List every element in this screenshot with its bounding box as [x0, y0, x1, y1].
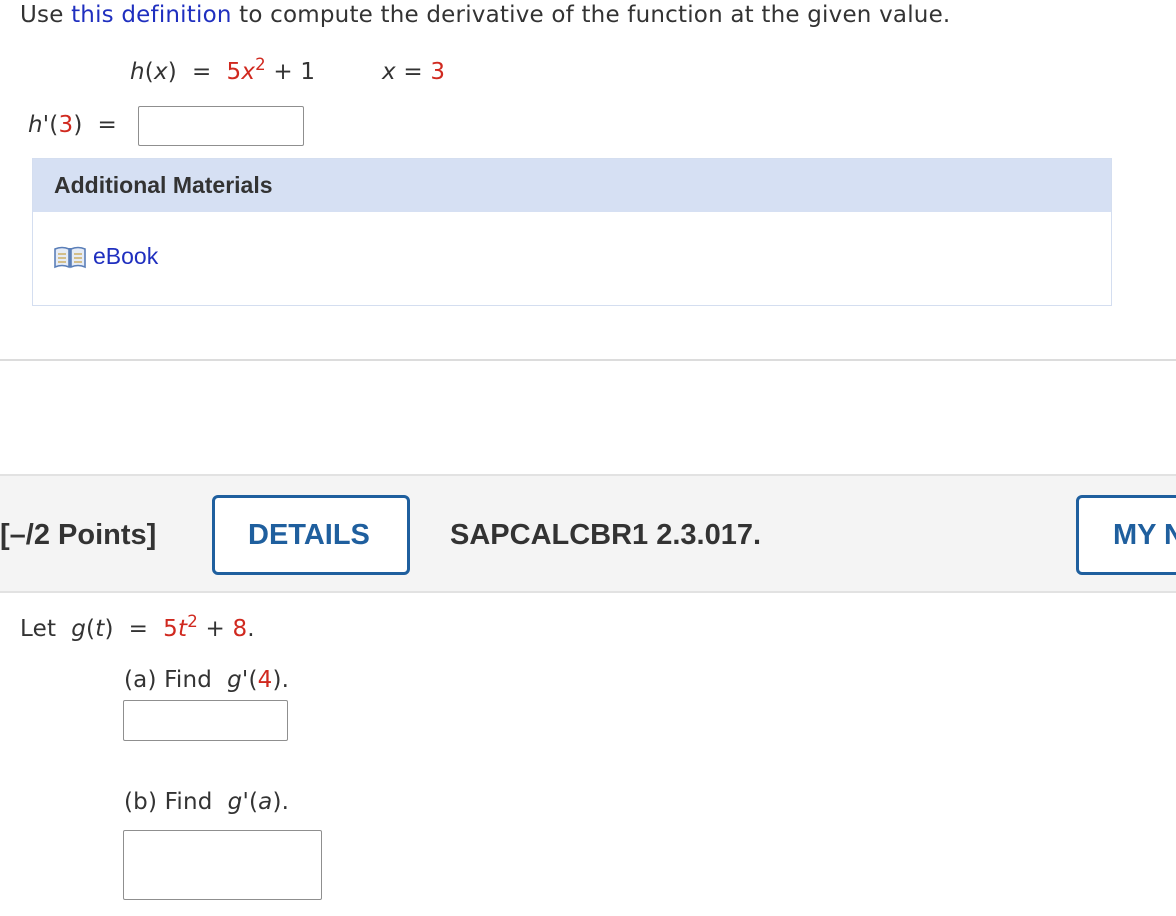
- question-header-bar: [–/2 Points] DETAILS SAPCALCBR1 2.3.017.…: [0, 474, 1176, 593]
- points-label: [–/2 Points]: [0, 519, 157, 551]
- definition-link[interactable]: this definition: [71, 2, 232, 28]
- part-a-prompt: (a) Find g'(4).: [124, 667, 290, 693]
- question-instruction: Use this definition to compute the deriv…: [20, 2, 951, 28]
- details-button[interactable]: DETAILS: [212, 495, 410, 575]
- part-b-prompt: (b) Find g'(a).: [124, 789, 290, 815]
- question-code: SAPCALCBR1 2.3.017.: [450, 519, 762, 551]
- answer-input-h-prime[interactable]: [138, 106, 304, 146]
- my-notes-button[interactable]: MY N: [1076, 495, 1176, 575]
- additional-materials-panel: Additional Materials eBook: [32, 158, 1112, 306]
- answer-input-part-b[interactable]: [123, 830, 322, 900]
- answer-prompt: h'(3) =: [28, 112, 117, 138]
- section-divider: [0, 359, 1176, 361]
- ebook-link[interactable]: eBook: [54, 243, 158, 270]
- given-value: x = 3: [382, 59, 446, 85]
- open-book-icon: [54, 246, 86, 268]
- additional-materials-header: Additional Materials: [33, 159, 1111, 212]
- question2-statement: Let g(t) = 5t2 + 8.: [20, 611, 255, 642]
- function-definition: h(x) = 5x2 + 1: [130, 54, 316, 85]
- answer-input-part-a[interactable]: [123, 700, 288, 741]
